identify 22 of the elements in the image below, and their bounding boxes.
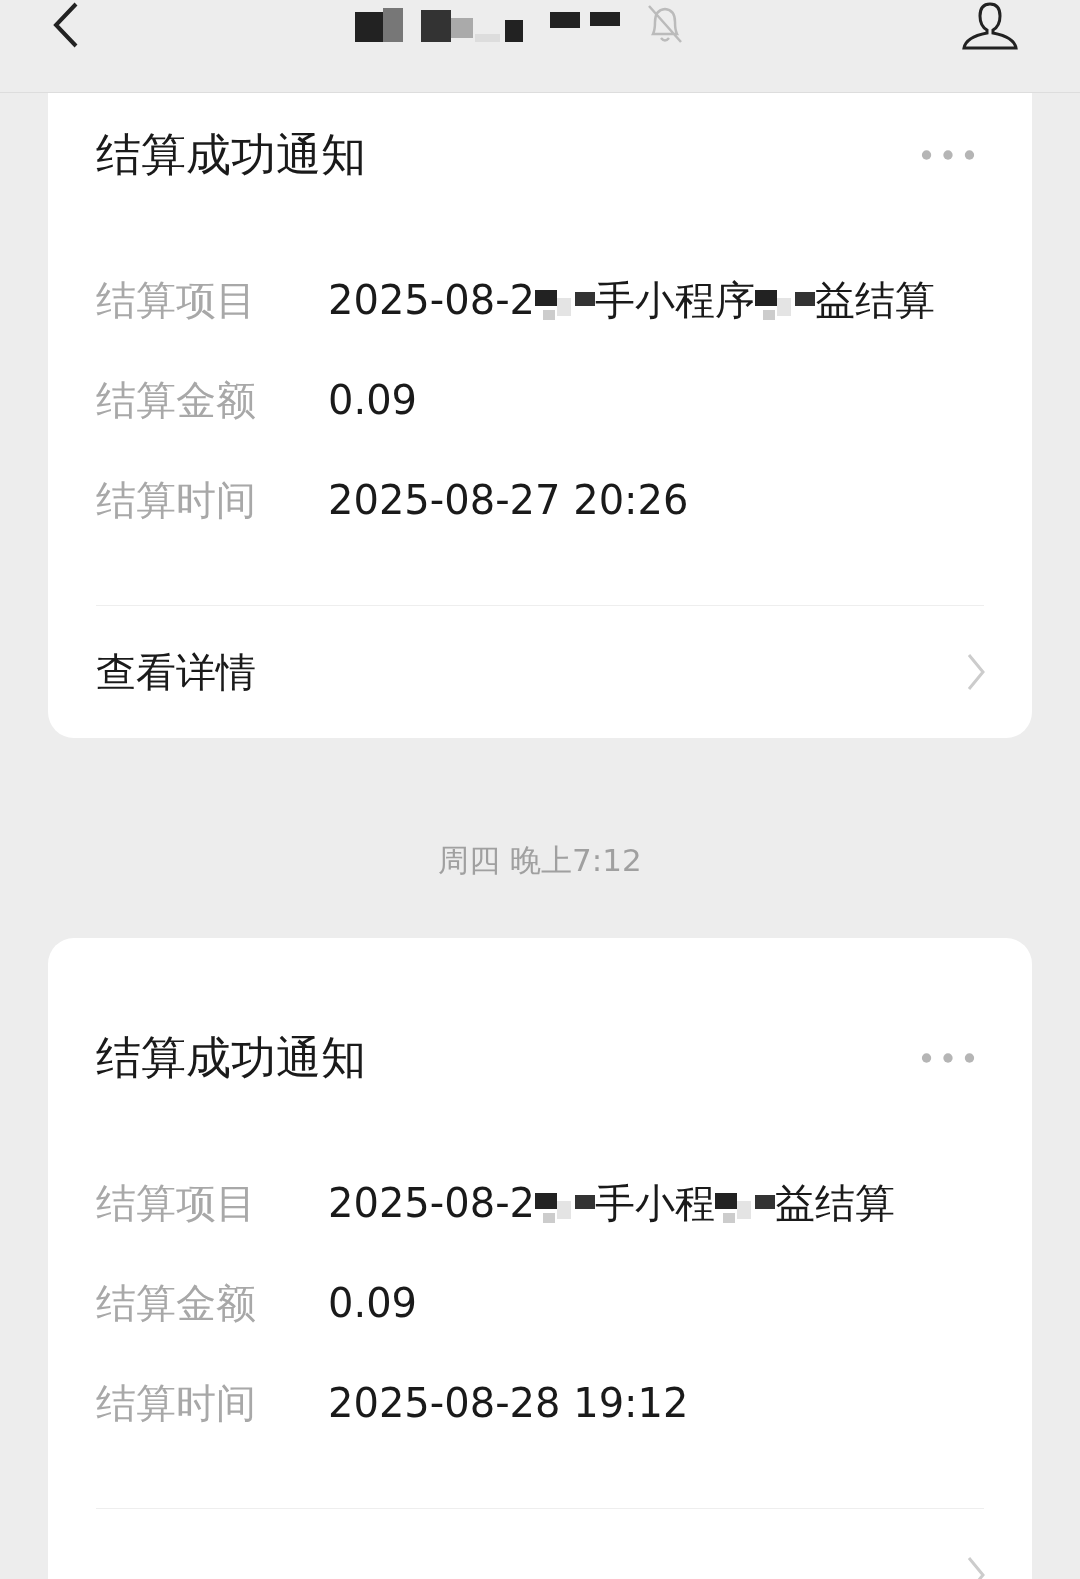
- field-value: 2025-08-2: [328, 1180, 535, 1226]
- message-time: 周四 晚上7:12: [438, 841, 642, 880]
- field-label: 结算金额: [96, 1278, 257, 1328]
- field-label: 结算项目: [96, 1178, 257, 1228]
- field-label: 结算金额: [96, 375, 257, 425]
- field-value: 0.09: [328, 377, 418, 423]
- card-title: 结算成功通知: [96, 1030, 366, 1086]
- field-label: 结算项目: [96, 275, 257, 325]
- field-value: 2025-08-27 20:26: [328, 477, 689, 523]
- field-value: 手小程: [595, 1178, 715, 1228]
- field-value: 手小程序: [595, 275, 755, 325]
- field-value: 0.09: [328, 1280, 418, 1326]
- card-title: 结算成功通知: [96, 127, 366, 183]
- field-value: 益结算: [775, 1178, 895, 1228]
- view-details-link[interactable]: 查看详情: [96, 606, 256, 738]
- field-label: 结算时间: [96, 1378, 257, 1428]
- field-value: 2025-08-28 19:12: [328, 1380, 689, 1426]
- field-label: 结算时间: [96, 475, 257, 525]
- field-value: 益结算: [815, 275, 935, 325]
- chevron-right-icon: [966, 652, 986, 692]
- field-value: 2025-08-2: [328, 277, 535, 323]
- person-icon[interactable]: [960, 0, 1020, 50]
